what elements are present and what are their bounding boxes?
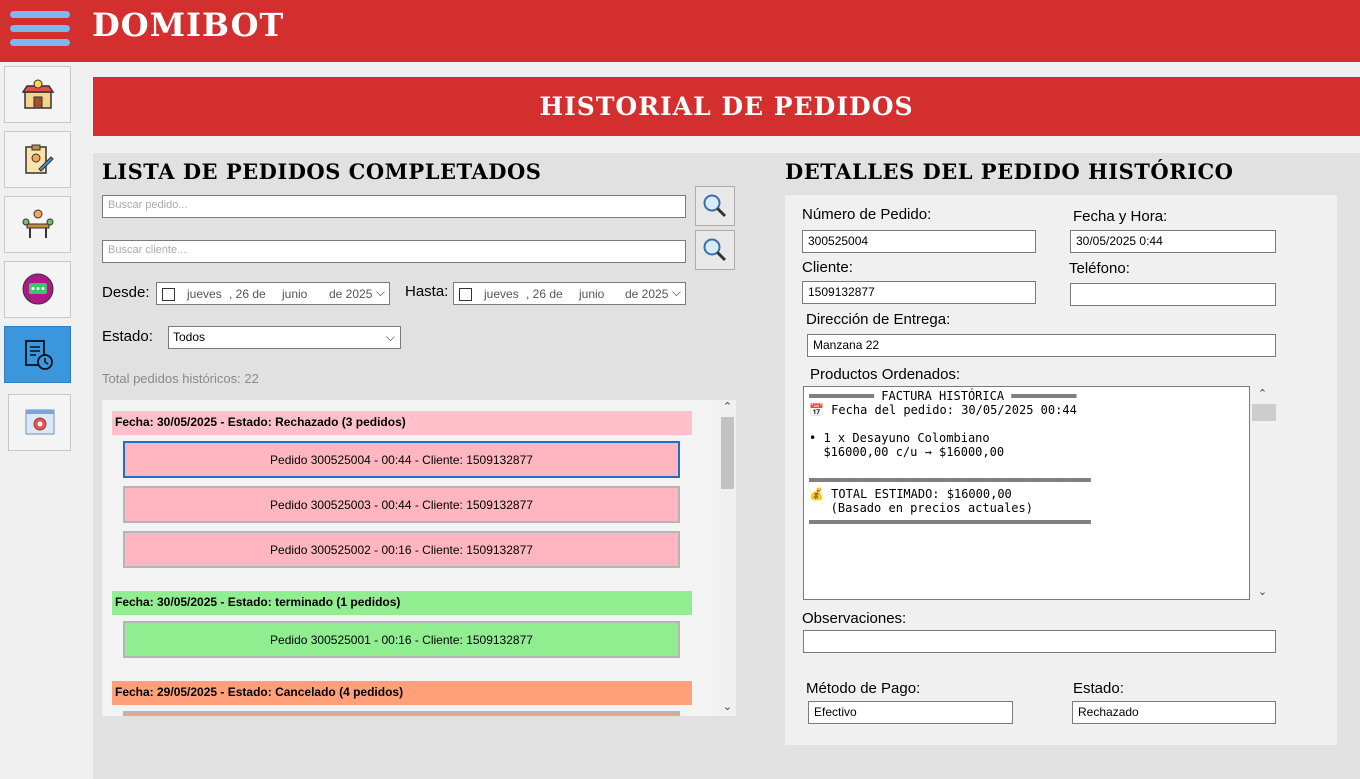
hasta-label: Hasta: bbox=[405, 283, 449, 300]
sidebar-item-tables[interactable] bbox=[4, 196, 71, 253]
order-card[interactable]: Pedido 300525004 - 00:44 - Cliente: 1509… bbox=[123, 441, 680, 478]
order-card[interactable]: Pedido 300525002 - 00:16 - Cliente: 1509… bbox=[123, 531, 680, 568]
chevron-down-icon: ⌵ bbox=[385, 330, 395, 344]
scroll-up-icon[interactable]: ⌃ bbox=[1254, 387, 1271, 400]
telefono-label: Teléfono: bbox=[1069, 260, 1130, 277]
total-orders-text: Total pedidos históricos: 22 bbox=[102, 371, 259, 386]
clipboard-user-icon bbox=[24, 144, 54, 174]
hasta-date-picker[interactable]: jueves , 26 de junio de 2025 ⌵ bbox=[453, 282, 686, 305]
hamburger-menu-icon[interactable] bbox=[10, 9, 70, 49]
store-icon bbox=[21, 79, 54, 109]
document-clock-icon bbox=[24, 339, 53, 370]
search-icon bbox=[703, 194, 727, 218]
fecha-field[interactable]: 30/05/2025 0:44 bbox=[1070, 230, 1276, 253]
observaciones-field[interactable] bbox=[803, 630, 1276, 653]
sidebar bbox=[0, 62, 93, 779]
chevron-down-icon: ⌵ bbox=[375, 285, 385, 299]
scroll-up-icon[interactable]: ⌃ bbox=[719, 400, 736, 416]
group-header-rechazado: Fecha: 30/05/2025 - Estado: Rechazado (3… bbox=[112, 411, 692, 435]
scroll-down-icon[interactable]: ⌄ bbox=[719, 700, 736, 716]
search-client-input[interactable]: Buscar cliente... bbox=[102, 240, 686, 263]
estado-detail-label: Estado: bbox=[1073, 680, 1124, 697]
direccion-label: Dirección de Entrega: bbox=[806, 311, 951, 328]
page-banner: HISTORIAL DE PEDIDOS bbox=[93, 77, 1360, 136]
orders-list-scrollbar[interactable]: ⌃ ⌄ bbox=[719, 400, 736, 716]
desde-checkbox[interactable] bbox=[162, 288, 175, 301]
cliente-field[interactable]: 1509132877 bbox=[802, 281, 1036, 304]
table-people-icon bbox=[22, 209, 53, 238]
invoice-scrollbar[interactable]: ⌃ ⌄ bbox=[1250, 386, 1276, 600]
gear-window-icon bbox=[25, 409, 54, 434]
metodo-pago-field[interactable]: Efectivo bbox=[808, 701, 1013, 724]
invoice-textarea[interactable]: ═════════ FACTURA HISTÓRICA ═════════ 📅 … bbox=[803, 386, 1250, 600]
app-brand: DOMIBOT bbox=[92, 6, 285, 44]
metodo-pago-label: Método de Pago: bbox=[806, 680, 921, 697]
chevron-down-icon: ⌵ bbox=[671, 285, 681, 299]
group-header-cancelado: Fecha: 29/05/2025 - Estado: Cancelado (4… bbox=[112, 681, 692, 705]
hasta-checkbox[interactable] bbox=[459, 288, 472, 301]
order-details-panel: Número de Pedido: 300525004 Fecha y Hora… bbox=[785, 195, 1337, 745]
cliente-label: Cliente: bbox=[802, 259, 853, 276]
sidebar-item-store[interactable] bbox=[4, 66, 71, 123]
orders-list-title: LISTA DE PEDIDOS COMPLETADOS bbox=[102, 159, 542, 184]
observaciones-label: Observaciones: bbox=[802, 610, 907, 627]
productos-label: Productos Ordenados: bbox=[810, 366, 961, 383]
desde-date-picker[interactable]: jueves , 26 de junio de 2025 ⌵ bbox=[156, 282, 390, 305]
search-order-button[interactable] bbox=[695, 186, 735, 226]
orders-list: Fecha: 30/05/2025 - Estado: Rechazado (3… bbox=[102, 400, 736, 716]
numero-field[interactable]: 300525004 bbox=[802, 230, 1036, 253]
chat-bubble-icon bbox=[22, 273, 53, 304]
content-area: LISTA DE PEDIDOS COMPLETADOS Buscar pedi… bbox=[93, 153, 1360, 779]
sidebar-item-messages[interactable] bbox=[4, 261, 71, 318]
details-title: DETALLES DEL PEDIDO HISTÓRICO bbox=[785, 159, 1234, 184]
scrollbar-thumb[interactable] bbox=[721, 417, 734, 489]
scrollbar-thumb[interactable] bbox=[1252, 404, 1276, 421]
telefono-field[interactable] bbox=[1070, 283, 1276, 306]
sidebar-item-history[interactable] bbox=[4, 326, 71, 383]
order-card[interactable]: Pedido 300525003 - 00:44 - Cliente: 1509… bbox=[123, 486, 680, 523]
order-card[interactable] bbox=[123, 711, 680, 716]
estado-filter-label: Estado: bbox=[102, 328, 153, 345]
scroll-down-icon[interactable]: ⌄ bbox=[1254, 585, 1271, 598]
sidebar-item-settings[interactable] bbox=[8, 394, 71, 451]
search-client-button[interactable] bbox=[695, 230, 735, 270]
desde-label: Desde: bbox=[102, 284, 150, 301]
search-icon bbox=[703, 238, 727, 262]
direccion-field[interactable]: Manzana 22 bbox=[807, 334, 1276, 357]
numero-label: Número de Pedido: bbox=[802, 206, 932, 223]
estado-filter-select[interactable]: Todos ⌵ bbox=[168, 326, 401, 349]
main-area: HISTORIAL DE PEDIDOS LISTA DE PEDIDOS CO… bbox=[93, 62, 1360, 779]
estado-detail-field[interactable]: Rechazado bbox=[1072, 701, 1276, 724]
sidebar-item-orders-edit[interactable] bbox=[4, 131, 71, 188]
search-order-input[interactable]: Buscar pedido... bbox=[102, 195, 686, 218]
top-bar: DOMIBOT bbox=[0, 0, 1360, 62]
group-header-terminado: Fecha: 30/05/2025 - Estado: terminado (1… bbox=[112, 591, 692, 615]
order-card[interactable]: Pedido 300525001 - 00:16 - Cliente: 1509… bbox=[123, 621, 680, 658]
fecha-label: Fecha y Hora: bbox=[1073, 208, 1168, 225]
